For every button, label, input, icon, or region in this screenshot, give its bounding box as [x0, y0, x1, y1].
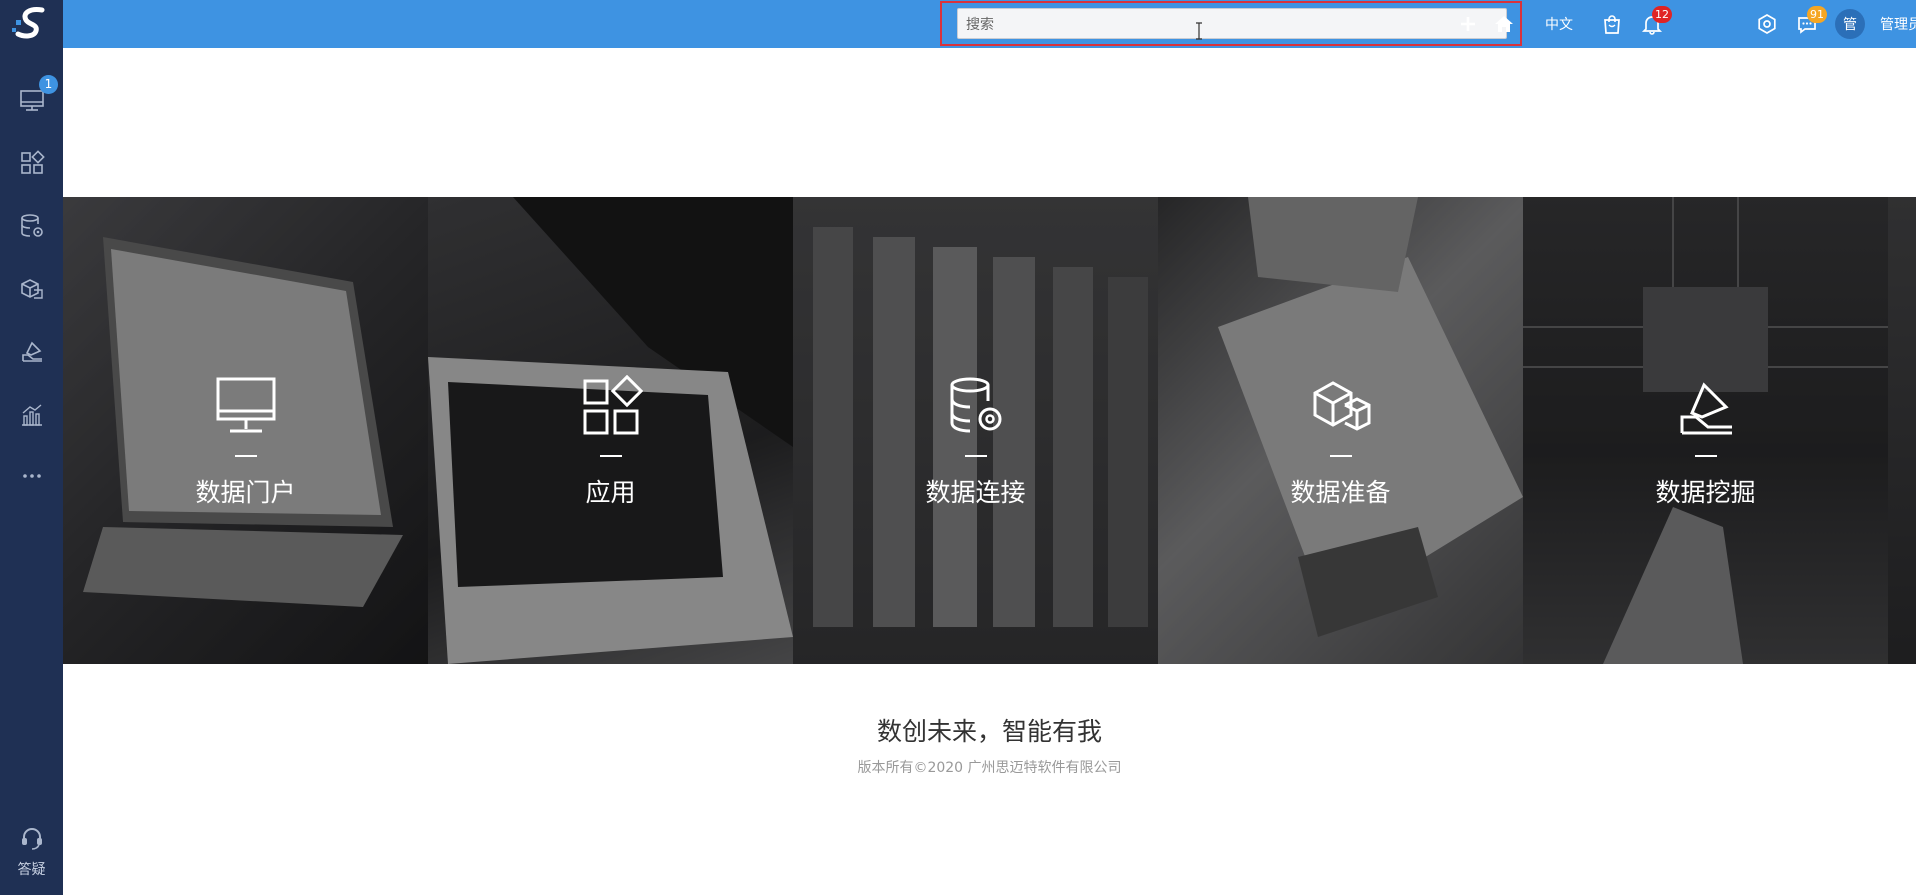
messages-button[interactable]: 91 — [1793, 6, 1827, 40]
language-label: 中文 — [1545, 17, 1573, 33]
notifications-badge: 12 — [1652, 6, 1672, 23]
mining-icon — [21, 341, 42, 362]
tile-title: 数据挖掘 — [1655, 478, 1756, 507]
portal-badge: 1 — [39, 75, 58, 94]
sidebar-item-apps[interactable] — [0, 141, 63, 185]
mining-icon — [1680, 382, 1732, 435]
settings-icon — [1758, 14, 1776, 34]
home-icon — [1495, 16, 1513, 32]
language-switch[interactable]: 中文 — [1539, 8, 1579, 40]
monitor-icon — [216, 377, 275, 433]
text-cursor-icon — [1196, 22, 1202, 40]
sidebar-item-portal[interactable]: 1 — [0, 75, 63, 122]
more-horizontal-icon — [22, 474, 41, 478]
top-bar: 中文 12 91 管 管理员 — [63, 0, 1916, 48]
user-menu[interactable]: 管理员 — [1873, 8, 1916, 40]
help-button[interactable]: 答疑 — [0, 825, 63, 885]
home-button[interactable] — [1488, 8, 1520, 40]
shopping-bag-icon — [1604, 15, 1620, 34]
database-gear-icon — [20, 214, 43, 237]
avatar: 管 — [1835, 9, 1865, 39]
headset-icon — [21, 828, 42, 850]
sidebar: 1 答疑 — [0, 0, 63, 895]
tile-title: 数据连接 — [925, 478, 1026, 507]
feature-banner: 数据门户 应用 数据连接 数据准备 数据挖掘 — [63, 197, 1916, 664]
search-input[interactable] — [957, 8, 1507, 39]
apps-icon — [583, 374, 643, 435]
tile-data-connection[interactable]: 数据连接 — [793, 197, 1158, 664]
store-button[interactable] — [1598, 8, 1626, 40]
cubes-icon — [1313, 381, 1370, 431]
tile-data-mining[interactable]: 数据挖掘 — [1523, 197, 1888, 664]
tile-title: 数据准备 — [1290, 478, 1391, 507]
tile-applications[interactable]: 应用 — [428, 197, 793, 664]
sidebar-item-analysis[interactable] — [0, 393, 63, 437]
sidebar-item-data-connection[interactable] — [0, 204, 63, 248]
cubes-icon — [20, 279, 43, 299]
tile-next-partial[interactable] — [1888, 197, 1916, 664]
sidebar-item-data-prep[interactable] — [0, 267, 63, 311]
user-name: 管理员 — [1880, 17, 1916, 33]
plus-icon — [1461, 17, 1475, 31]
sidebar-item-more[interactable] — [0, 454, 63, 498]
tile-data-preparation[interactable]: 数据准备 — [1158, 197, 1523, 664]
sidebar-item-data-mining[interactable] — [0, 330, 63, 374]
tile-title: 应用 — [585, 478, 636, 507]
messages-badge: 91 — [1807, 6, 1827, 23]
database-gear-icon — [950, 377, 1001, 433]
bar-chart-icon — [21, 404, 42, 426]
tile-data-portal[interactable]: 数据门户 — [63, 197, 428, 664]
help-label: 答疑 — [17, 862, 46, 878]
tile-title: 数据门户 — [195, 478, 296, 507]
logo-icon — [11, 7, 44, 39]
add-button[interactable] — [1454, 8, 1482, 40]
user-avatar[interactable]: 管 — [1833, 8, 1867, 40]
slogan: 数创未来，智能有我 — [876, 717, 1102, 746]
app-logo[interactable] — [0, 0, 63, 48]
copyright: 版本所有©2020 广州思迈特软件有限公司 — [857, 760, 1122, 776]
apps-icon — [20, 150, 45, 174]
system-settings-button[interactable] — [1753, 8, 1781, 40]
notifications-button[interactable]: 12 — [1638, 6, 1672, 40]
